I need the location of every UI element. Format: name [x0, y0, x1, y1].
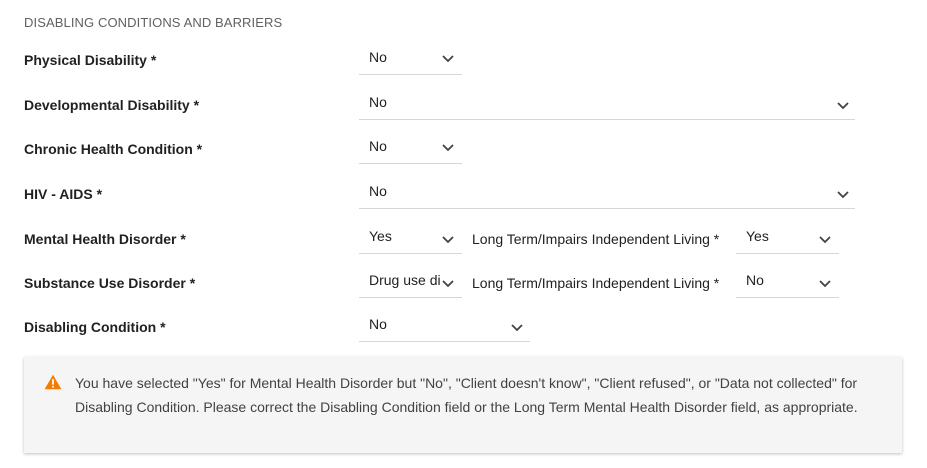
disabling-condition-value: No [369, 316, 387, 332]
disabling-condition-select[interactable]: No [359, 314, 530, 342]
mental-health-long-term-select[interactable]: Yes [736, 226, 839, 254]
warning-message: You have selected "Yes" for Mental Healt… [75, 375, 858, 415]
physical-disability-select[interactable]: No [359, 47, 462, 75]
mental-health-long-term-label: Long Term/Impairs Independent Living * [472, 231, 720, 247]
substance-use-long-term-label: Long Term/Impairs Independent Living * [472, 275, 720, 291]
physical-disability-value: No [369, 49, 387, 65]
chevron-down-icon [442, 144, 454, 152]
mental-health-disorder-label: Mental Health Disorder * [24, 231, 186, 247]
chronic-health-condition-value: No [369, 138, 387, 154]
substance-use-long-term-value: No [746, 272, 764, 288]
substance-use-disorder-label: Substance Use Disorder * [24, 275, 196, 291]
chevron-down-icon [442, 280, 454, 288]
developmental-disability-label: Developmental Disability * [24, 97, 200, 113]
physical-disability-label: Physical Disability * [24, 52, 157, 68]
mental-health-disorder-value: Yes [369, 228, 392, 244]
substance-use-disorder-value: Drug use di [369, 272, 441, 288]
chevron-down-icon [511, 324, 523, 332]
substance-use-long-term-select[interactable]: No [736, 270, 839, 298]
warning-triangle-icon [44, 374, 62, 390]
chevron-down-icon [819, 280, 831, 288]
chevron-down-icon [837, 102, 849, 110]
mental-health-long-term-value: Yes [746, 228, 769, 244]
disabling-condition-label: Disabling Condition * [24, 319, 166, 335]
validation-warning-alert: You have selected "Yes" for Mental Healt… [24, 357, 902, 453]
chevron-down-icon [442, 236, 454, 244]
chevron-down-icon [819, 236, 831, 244]
chronic-health-condition-label: Chronic Health Condition * [24, 141, 203, 157]
chevron-down-icon [442, 55, 454, 63]
developmental-disability-value: No [369, 94, 387, 110]
chronic-health-condition-select[interactable]: No [359, 136, 462, 164]
hiv-aids-label: HIV - AIDS * [24, 186, 103, 202]
substance-use-disorder-select[interactable]: Drug use di [359, 270, 462, 298]
hiv-aids-value: No [369, 183, 387, 199]
section-title: DISABLING CONDITIONS AND BARRIERS [24, 15, 283, 30]
chevron-down-icon [837, 191, 849, 199]
developmental-disability-select[interactable]: No [359, 92, 855, 120]
mental-health-disorder-select[interactable]: Yes [359, 226, 462, 254]
hiv-aids-select[interactable]: No [359, 181, 855, 209]
